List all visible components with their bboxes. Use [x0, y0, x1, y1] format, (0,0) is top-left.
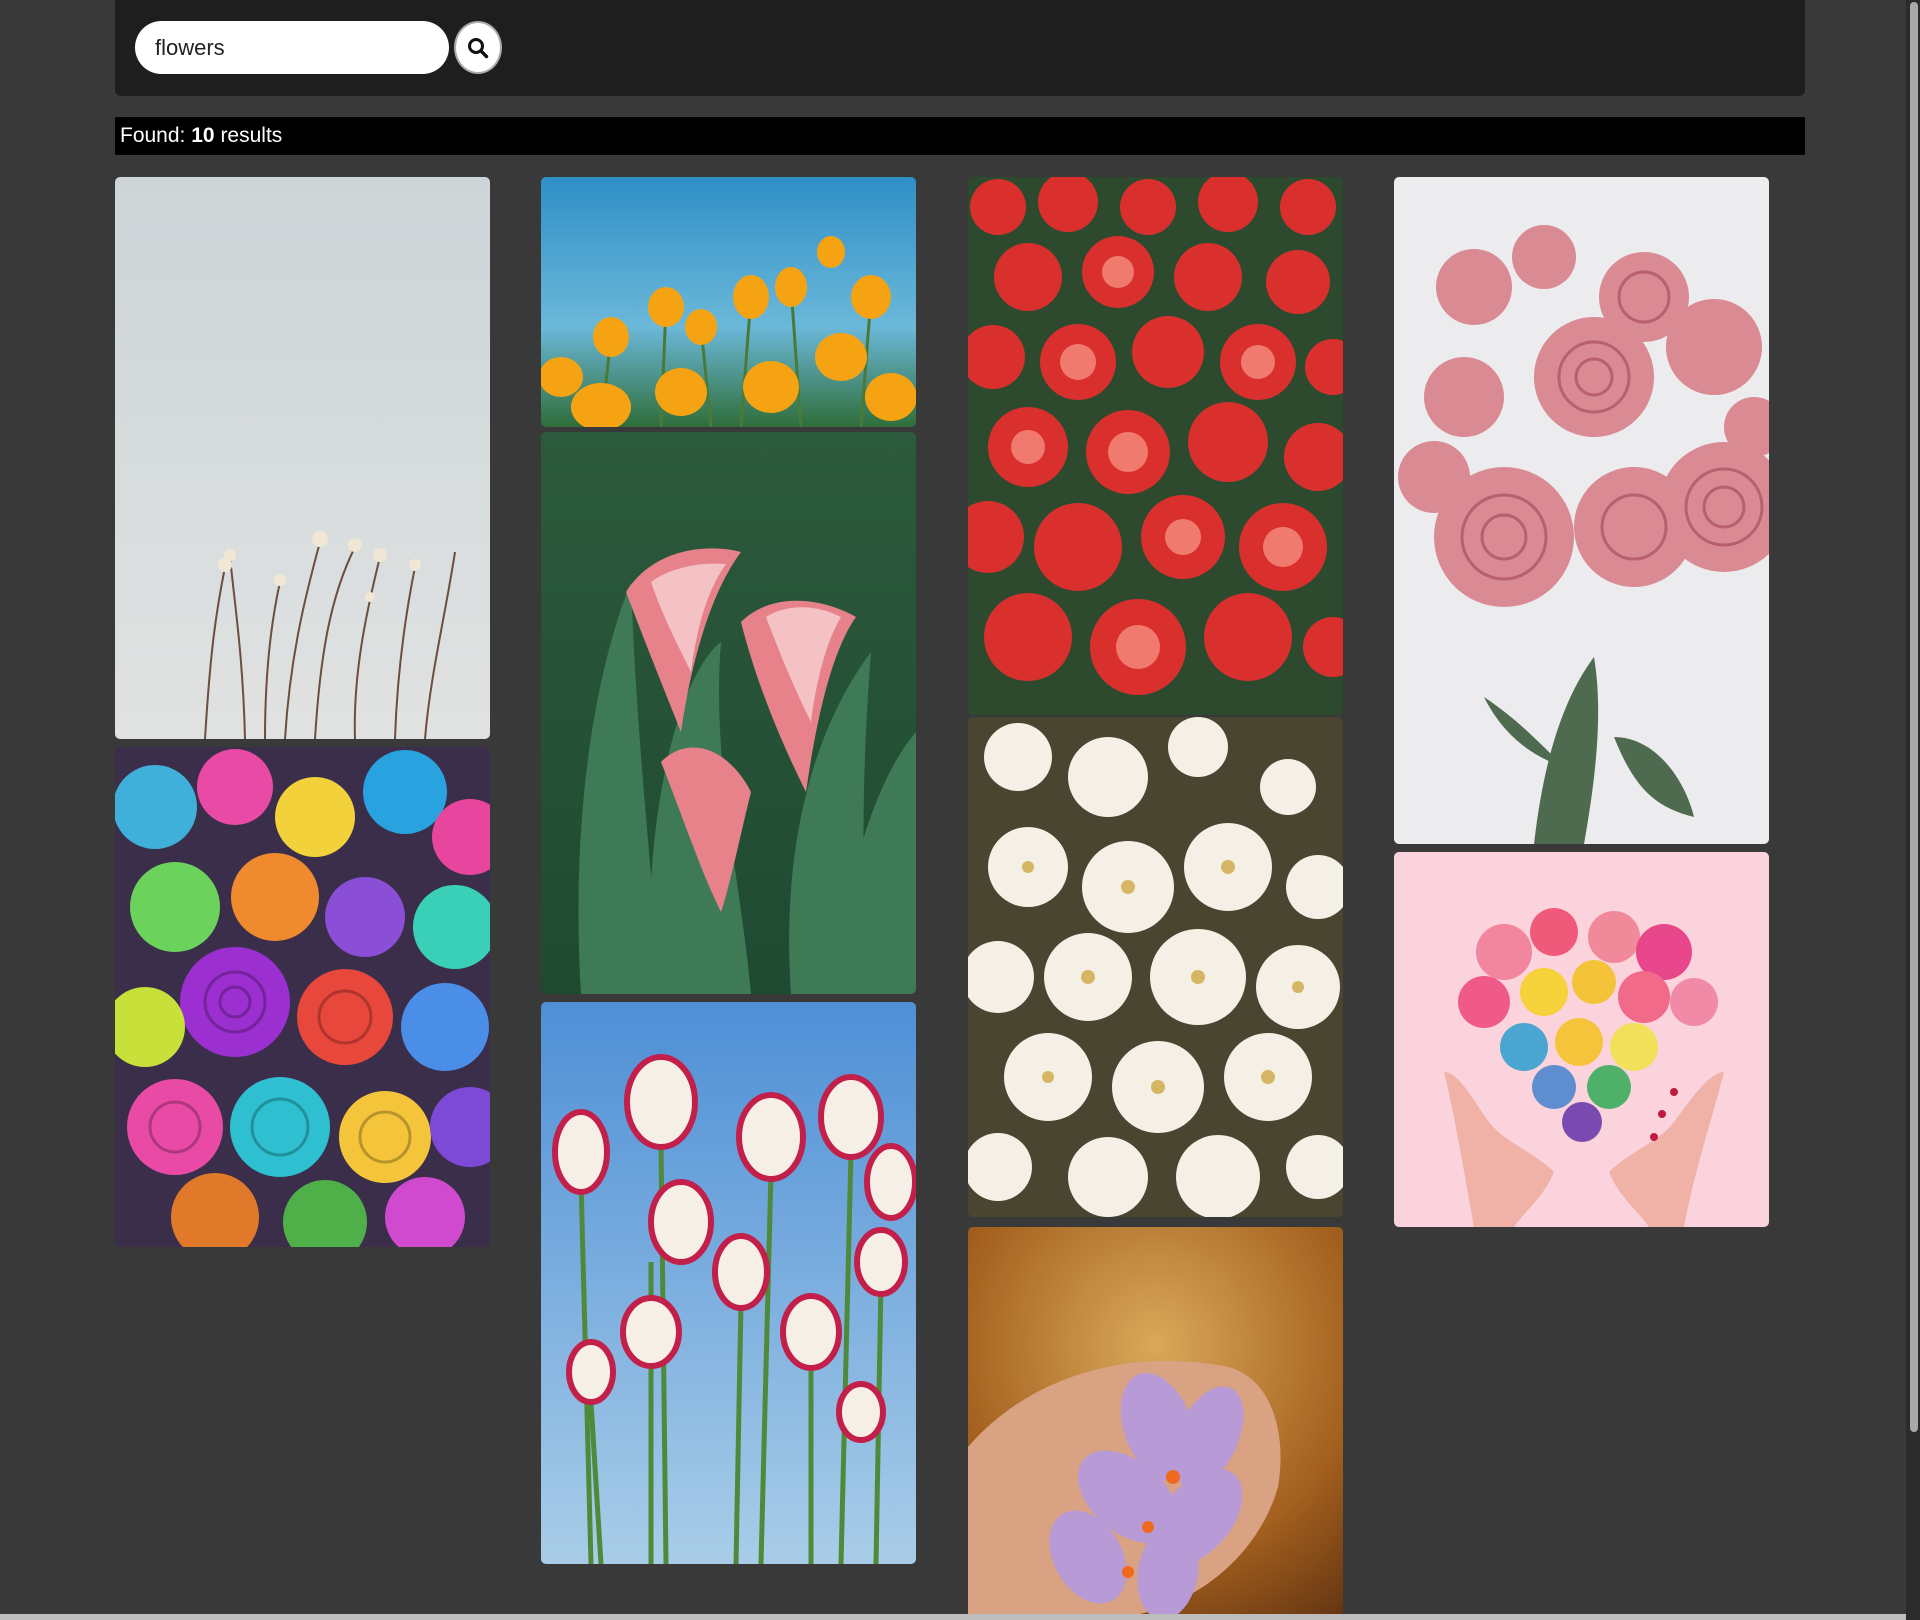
photo-begonias[interactable]: [968, 177, 1343, 715]
photo-rainbow-roses[interactable]: [115, 747, 490, 1247]
image-gallery: [0, 0, 1920, 1620]
photo-calla-lilies[interactable]: [541, 432, 916, 994]
photo-flower-heart[interactable]: [1394, 852, 1769, 1227]
photo-poppies[interactable]: [541, 177, 916, 427]
photo-tulips[interactable]: [541, 1002, 916, 1564]
horizontal-scrollbar[interactable]: [0, 1614, 1906, 1620]
vertical-scrollbar[interactable]: [1906, 0, 1920, 1620]
photo-chrysanthemums[interactable]: [968, 717, 1343, 1217]
photo-crocus[interactable]: [968, 1227, 1343, 1620]
photo-wildflowers[interactable]: [115, 177, 490, 739]
scrollbar-thumb[interactable]: [1910, 2, 1918, 1432]
photo-peonies[interactable]: [1394, 177, 1769, 844]
